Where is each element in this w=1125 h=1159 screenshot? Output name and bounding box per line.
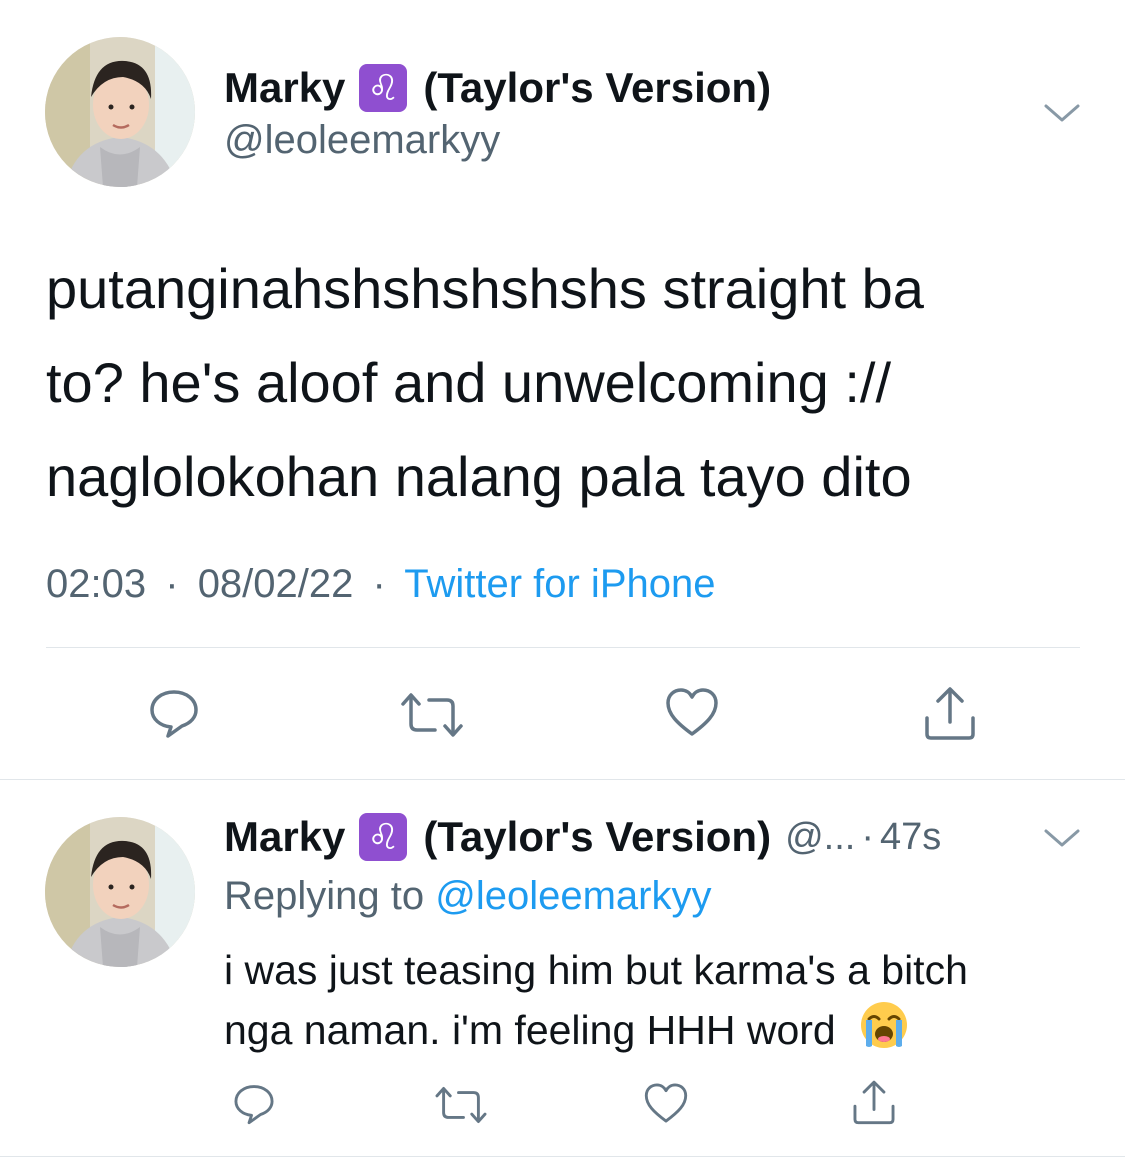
replying-to-prefix: Replying to xyxy=(224,874,425,918)
retweet-icon[interactable] xyxy=(432,1084,490,1126)
tweet-separator xyxy=(0,779,1125,780)
reply-text: i was just teasing him but karma's a bit… xyxy=(224,940,968,1066)
tweet-date[interactable]: 08/02/22 xyxy=(198,562,354,606)
leo-zodiac-icon: ♌ xyxy=(359,813,408,861)
author-name-suffix: (Taylor's Version) xyxy=(423,813,772,860)
tweet-text-line: putanginahshshshshshs straight ba xyxy=(46,257,924,320)
heart-icon[interactable] xyxy=(642,1080,690,1126)
tweet-text: putanginahshshshshshs straight ba to? he… xyxy=(46,242,924,524)
avatar[interactable] xyxy=(45,817,195,967)
bottom-divider xyxy=(0,1156,1125,1157)
tweet-time[interactable]: 02:03 xyxy=(46,562,146,606)
tweet-source-link[interactable]: Twitter for iPhone xyxy=(404,562,715,606)
meta-separator: · xyxy=(372,562,386,606)
retweet-icon[interactable] xyxy=(397,690,467,740)
chevron-down-icon[interactable] xyxy=(1042,824,1082,852)
divider xyxy=(46,647,1080,648)
author-name: Marky xyxy=(224,64,346,111)
meta-separator: · xyxy=(165,562,179,606)
avatar-photo xyxy=(45,817,195,967)
chevron-down-icon[interactable] xyxy=(1042,98,1082,128)
share-icon[interactable] xyxy=(921,684,979,742)
reply-icon[interactable] xyxy=(146,684,202,740)
loudly-crying-face-icon xyxy=(859,1000,909,1066)
author-handle[interactable]: @leoleemarkyy xyxy=(224,118,500,163)
author-name: Marky xyxy=(224,813,346,860)
reply-icon[interactable] xyxy=(231,1080,277,1126)
reply-author-row[interactable]: Marky ♌ (Taylor's Version) @... · 47s xyxy=(224,811,941,863)
replying-to: Replying to @leoleemarkyy xyxy=(224,874,712,919)
avatar-photo xyxy=(45,37,195,187)
tweet-text-line: to? he's aloof and unwelcoming :// xyxy=(46,351,892,414)
leo-zodiac-icon: ♌ xyxy=(359,64,408,112)
heart-icon[interactable] xyxy=(663,684,721,740)
meta-separator: · xyxy=(861,815,874,858)
reply-text-line-2: nga naman. i'm feeling HHH word xyxy=(224,1000,968,1066)
reply-text-line: nga naman. i'm feeling HHH word xyxy=(224,1007,836,1053)
reply-text-line: i was just teasing him but karma's a bit… xyxy=(224,947,968,993)
reply-timestamp[interactable]: 47s xyxy=(880,816,941,859)
tweet-meta: 02:03 · 08/02/22 · Twitter for iPhone xyxy=(46,562,715,607)
share-icon[interactable] xyxy=(850,1078,898,1126)
author-name-row[interactable]: Marky ♌ (Taylor's Version) xyxy=(224,62,771,114)
author-name-suffix: (Taylor's Version) xyxy=(423,64,772,111)
avatar[interactable] xyxy=(45,37,195,187)
author-handle-truncated: @... xyxy=(785,815,856,858)
replying-to-handle-link[interactable]: @leoleemarkyy xyxy=(435,874,711,918)
tweet-text-line: naglolokohan nalang pala tayo dito xyxy=(46,445,912,508)
